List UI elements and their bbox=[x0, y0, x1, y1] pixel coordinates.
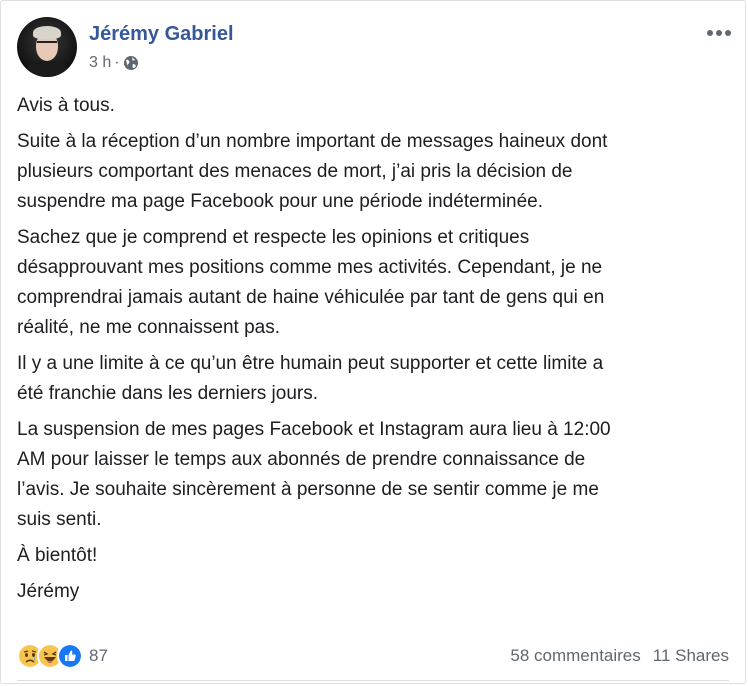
engagement-counts: 58 commentaires 11 Shares bbox=[510, 646, 729, 666]
post-paragraph: Avis à tous. bbox=[17, 91, 733, 121]
post-text-line: Avis à tous. bbox=[17, 95, 115, 116]
post-paragraph: À bientôt! bbox=[17, 541, 733, 571]
post-paragraph: Sachez que je comprend et respecte les o… bbox=[17, 223, 733, 343]
post-text-line: suspendre ma page Facebook pour une péri… bbox=[17, 191, 544, 212]
author-name[interactable]: Jérémy Gabriel bbox=[89, 23, 234, 46]
reactions-summary[interactable]: 87 bbox=[17, 643, 108, 669]
meta-separator: · bbox=[114, 54, 120, 71]
post-text-line: l’avis. Je souhaite sincèrement à person… bbox=[17, 479, 599, 500]
post-text-line: À bientôt! bbox=[17, 545, 98, 566]
globe-icon[interactable] bbox=[123, 55, 139, 71]
post-paragraph: La suspension de mes pages Facebook et I… bbox=[17, 415, 733, 535]
shares-count-link[interactable]: 11 Shares bbox=[653, 646, 729, 666]
post-text-line: réalité, ne me connaissent pas. bbox=[17, 317, 280, 338]
post-paragraph: Jérémy bbox=[17, 577, 733, 607]
post-time[interactable]: 3 h bbox=[89, 54, 111, 72]
post-paragraph: Suite à la réception d’un nombre importa… bbox=[17, 127, 733, 217]
post-text-line: Il y a une limite à ce qu’un être humain… bbox=[17, 353, 604, 374]
post-text-line: désapprouvant mes positions comme mes ac… bbox=[17, 257, 603, 278]
post-text-line: La suspension de mes pages Facebook et I… bbox=[17, 419, 611, 440]
post-card: Jérémy Gabriel 3 h · Avis à tous. Suite à… bbox=[0, 0, 746, 684]
post-paragraph: Il y a une limite à ce qu’un être humain… bbox=[17, 349, 733, 409]
post-footer: 87 58 commentaires 11 Shares bbox=[17, 641, 729, 671]
post-text-line: comprendrai jamais autant de haine véhic… bbox=[17, 287, 605, 308]
avatar[interactable] bbox=[17, 17, 77, 77]
like-reaction-icon bbox=[57, 643, 83, 669]
post-text-line: AM pour laisser le temps aux abonnés de … bbox=[17, 449, 586, 470]
post-meta: 3 h · bbox=[89, 54, 139, 72]
post-text-line: Sachez que je comprend et respecte les o… bbox=[17, 227, 530, 248]
comments-count-link[interactable]: 58 commentaires bbox=[510, 646, 640, 666]
reaction-count[interactable]: 87 bbox=[89, 646, 108, 666]
post-body: Avis à tous. Suite à la réception d’un no… bbox=[17, 91, 733, 613]
post-text-line: plusieurs comportant des menaces de mort… bbox=[17, 161, 573, 182]
post-header: Jérémy Gabriel 3 h · bbox=[17, 17, 733, 81]
post-text-line: Jérémy bbox=[17, 581, 80, 602]
more-options-icon[interactable] bbox=[705, 23, 733, 43]
post-text-line: été franchie dans les derniers jours. bbox=[17, 383, 318, 404]
post-text-line: suis senti. bbox=[17, 509, 102, 530]
post-text-line: Suite à la réception d’un nombre importa… bbox=[17, 131, 608, 152]
footer-divider bbox=[17, 680, 729, 681]
